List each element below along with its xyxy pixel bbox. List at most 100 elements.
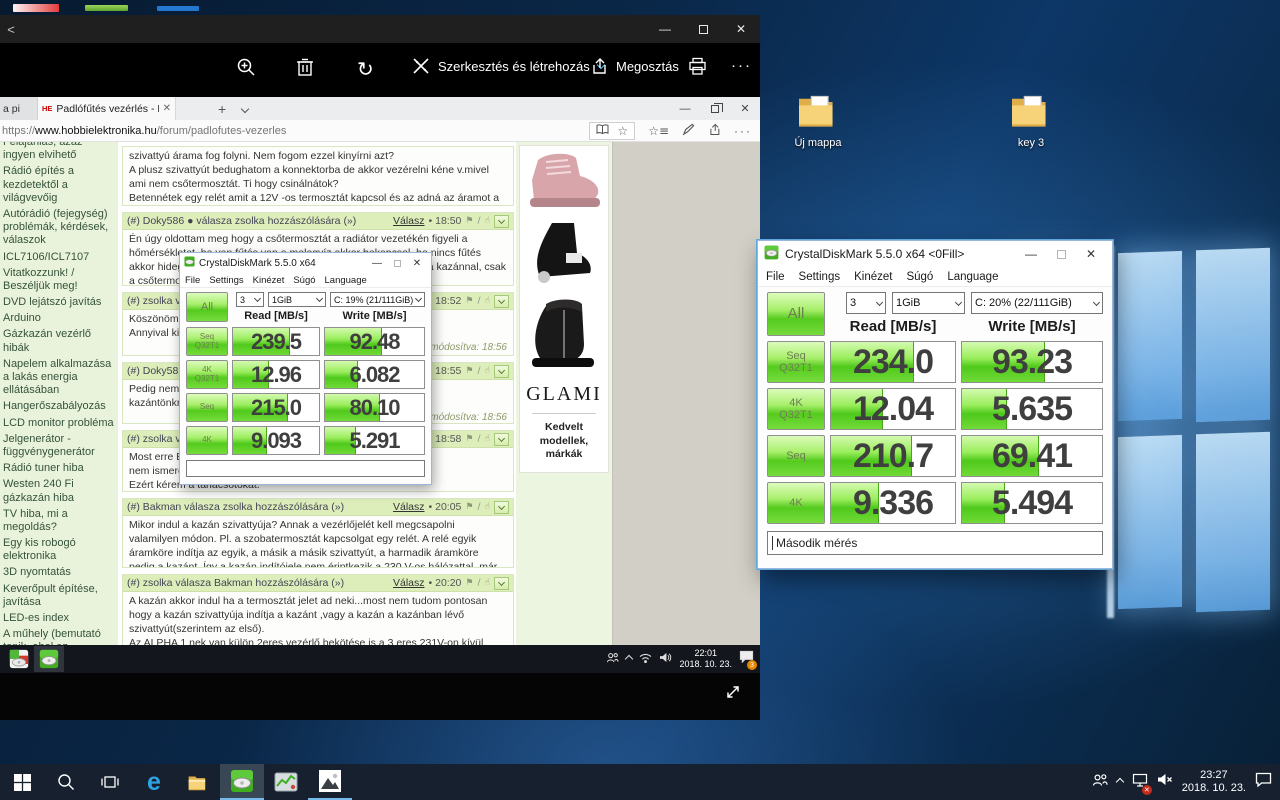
menu-item[interactable]: Settings xyxy=(209,275,243,286)
tab-list-chevron-icon[interactable] xyxy=(240,104,250,113)
forum-topic-link[interactable]: LCD monitor probléma xyxy=(3,417,116,430)
start-button[interactable] xyxy=(0,764,44,800)
test-button[interactable]: 4K Q32T1 xyxy=(186,360,228,389)
more-options-icon[interactable]: ··· xyxy=(731,57,752,74)
minimize-button[interactable]: — xyxy=(367,253,387,273)
comment-field[interactable]: Második mérés xyxy=(767,531,1103,555)
shot-volume-icon[interactable] xyxy=(659,650,672,668)
flag-icon[interactable]: ⚑ xyxy=(465,434,473,444)
forum-topic-link[interactable]: 3D nyomtatás xyxy=(3,566,116,579)
maximize-button[interactable] xyxy=(1046,241,1076,267)
forum-topic-link[interactable]: Arduino xyxy=(3,312,116,325)
flag-icon[interactable]: ⚑ xyxy=(465,502,473,512)
menu-item[interactable]: File xyxy=(766,271,785,283)
forum-topic-link[interactable]: A műhely (bemutató topik, ahol az alkotá… xyxy=(3,628,116,645)
people-icon[interactable] xyxy=(1092,773,1108,791)
reply-link[interactable]: Válasz xyxy=(393,577,425,589)
network-status-icon[interactable]: ✕ xyxy=(1132,773,1152,795)
post-menu-dropdown[interactable] xyxy=(494,432,509,446)
test-button[interactable]: 4K Q32T1 xyxy=(767,388,825,430)
crystaldiskmark-taskbar-button[interactable] xyxy=(220,764,264,800)
shot-clock-time[interactable]: 22:01 xyxy=(679,648,732,659)
task-view-button[interactable] xyxy=(88,764,132,800)
shot-browser-tab-active[interactable]: HE Padlófűtés vezérlés - H ✕ xyxy=(38,97,176,120)
photos-taskbar-button[interactable] xyxy=(308,764,352,800)
shot-browser-urlbar[interactable]: https://www.hobbielektronika.hu/forum/pa… xyxy=(0,120,760,142)
browser-more-icon[interactable]: ··· xyxy=(734,124,752,138)
shot-clock-date[interactable]: 2018. 10. 23. xyxy=(679,659,732,670)
reply-link[interactable]: Válasz xyxy=(393,215,425,227)
forum-topic-link[interactable]: Keverőpult építése, javítása xyxy=(3,583,116,609)
forum-topic-link[interactable]: Autórádió (fejegység) problémák, kérdése… xyxy=(3,208,116,248)
fullscreen-icon[interactable] xyxy=(724,683,742,706)
test-button[interactable]: Seq xyxy=(186,393,228,422)
forum-topic-link[interactable]: DVD lejátszó javítás xyxy=(3,296,116,309)
desktop-icon-uj-mappa[interactable]: Új mappa xyxy=(783,92,853,149)
file-explorer-button[interactable] xyxy=(176,764,220,800)
search-button[interactable] xyxy=(44,764,88,800)
flag-icon[interactable]: ⚑ xyxy=(465,366,473,376)
zoom-icon[interactable] xyxy=(236,57,256,77)
cdm-titlebar[interactable]: CrystalDiskMark 5.5.0 x64 <0Fill> — ✕ xyxy=(758,241,1112,267)
test-count-select[interactable]: 3 xyxy=(236,292,264,307)
menu-item[interactable]: Kinézet xyxy=(253,275,285,286)
post-menu-dropdown[interactable] xyxy=(494,576,509,590)
drive-select[interactable]: C: 20% (22/111GiB) xyxy=(971,292,1103,314)
menu-item[interactable]: Súgó xyxy=(293,275,315,286)
share-button[interactable]: Megosztás xyxy=(590,57,679,75)
thumb-icon[interactable]: ☝ xyxy=(485,296,490,306)
forum-topic-link[interactable]: Hangerőszabályozás xyxy=(3,400,116,413)
forum-topic-link[interactable]: LED-es index xyxy=(3,612,116,625)
menu-item[interactable]: Kinézet xyxy=(854,271,892,283)
minimize-button[interactable]: — xyxy=(1016,241,1046,267)
test-size-select[interactable]: 1GiB xyxy=(892,292,965,314)
shot-minimize-button[interactable]: — xyxy=(670,97,700,120)
background-window-strip-green[interactable] xyxy=(85,5,128,11)
background-window-strip-red[interactable] xyxy=(13,4,59,12)
post-menu-dropdown[interactable] xyxy=(494,500,509,514)
forum-topic-link[interactable]: Gázkazán vezérlő hibák xyxy=(3,328,116,354)
favorites-list-icon[interactable]: ☆≡ xyxy=(648,125,669,137)
post-author-line[interactable]: (#) Doky586 ● válasza zsolka hozzászólás… xyxy=(127,215,356,227)
tray-chevron-icon[interactable] xyxy=(1115,777,1125,787)
thumb-icon[interactable]: ☝ xyxy=(485,434,490,444)
test-size-select[interactable]: 1GiB xyxy=(268,292,326,307)
test-count-select[interactable]: 3 xyxy=(846,292,886,314)
share-page-icon[interactable] xyxy=(708,123,721,139)
shot-browser-tab-partial[interactable]: a pi xyxy=(0,97,38,120)
menu-item[interactable]: Settings xyxy=(799,271,841,283)
taskbar-clock[interactable]: 23:27 2018. 10. 23. xyxy=(1182,769,1246,795)
close-button[interactable]: ✕ xyxy=(407,253,427,273)
all-button[interactable]: All xyxy=(186,292,228,322)
volume-muted-icon[interactable] xyxy=(1157,773,1173,791)
forum-topic-link[interactable]: Vitatkozzunk! / Beszéljük meg! xyxy=(3,267,116,293)
print-icon[interactable] xyxy=(688,57,707,76)
test-button[interactable]: Seq Q32T1 xyxy=(767,341,825,383)
favorite-star-icon[interactable]: ☆ xyxy=(617,125,628,137)
all-button[interactable]: All xyxy=(767,292,825,336)
background-window-strip-blue[interactable] xyxy=(157,6,199,11)
crystaldiskinfo-taskbar-button[interactable] xyxy=(264,764,308,800)
test-button[interactable]: Seq Q32T1 xyxy=(186,327,228,356)
shot-notification-icon[interactable]: 3 xyxy=(739,650,757,670)
menu-item[interactable]: Language xyxy=(947,271,998,283)
forum-topic-link[interactable]: ICL7106/ICL7107 xyxy=(3,251,116,264)
forum-topic-link[interactable]: Jelgenerátor - függvénygenerátor xyxy=(3,433,116,459)
desktop-icon-key-3[interactable]: key 3 xyxy=(996,92,1066,149)
post-menu-dropdown[interactable] xyxy=(494,364,509,378)
shot-close-button[interactable]: ✕ xyxy=(730,97,760,120)
glami-ad[interactable]: GLAMI Kedvelt modellek, márkák xyxy=(519,145,609,473)
flag-icon[interactable]: ⚑ xyxy=(465,578,473,588)
test-button[interactable]: 4K xyxy=(186,426,228,455)
maximize-button[interactable] xyxy=(684,15,722,43)
post-menu-dropdown[interactable] xyxy=(494,294,509,308)
post-menu-dropdown[interactable] xyxy=(494,214,509,228)
comment-field[interactable] xyxy=(186,460,425,477)
new-tab-button[interactable]: + xyxy=(218,101,226,117)
delete-icon[interactable] xyxy=(296,57,314,77)
forum-topic-link[interactable]: Napelem alkalmazása a lakás energia ellá… xyxy=(3,358,116,398)
tab-close-icon[interactable]: ✕ xyxy=(163,103,171,114)
maximize-button[interactable] xyxy=(387,253,407,273)
test-button[interactable]: 4K xyxy=(767,482,825,524)
menu-item[interactable]: Súgó xyxy=(906,271,933,283)
